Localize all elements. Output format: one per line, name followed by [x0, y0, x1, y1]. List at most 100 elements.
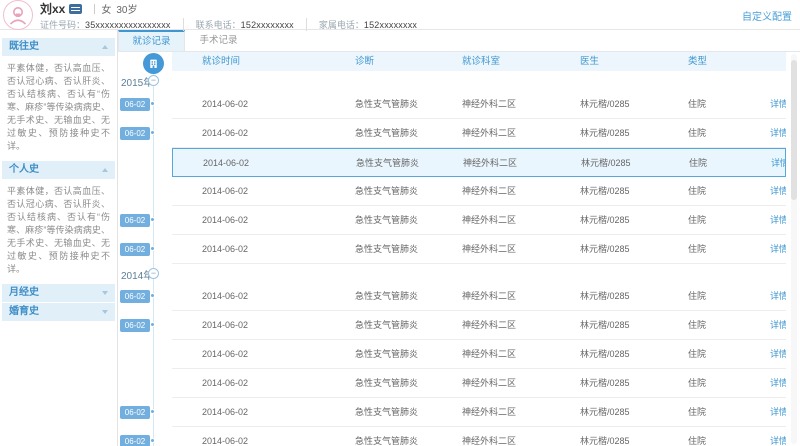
visit-date: 2014-06-02 [172, 427, 325, 446]
column-header-3: 医生 [572, 52, 682, 71]
visit-diagnosis: 急性支气管肺炎 [325, 340, 452, 368]
timeline-dot-icon [150, 246, 155, 251]
visit-department: 神经外科二区 [452, 177, 572, 205]
chevron-down-icon [102, 310, 108, 314]
sidebar-section-title: 月经史 [9, 287, 39, 298]
tab-visit-records[interactable]: 就诊记录 [118, 30, 185, 51]
date-badge[interactable]: 06-02 [120, 319, 150, 332]
visit-row[interactable]: 2014-06-02急性支气管肺炎神经外科二区林元楷/0285住院详情 [172, 235, 786, 264]
date-badge[interactable]: 06-02 [120, 98, 150, 111]
visit-type: 住院 [682, 235, 757, 263]
visit-row[interactable]: 2014-06-02急性支气管肺炎神经外科二区林元楷/0285住院详情 [172, 177, 786, 206]
visit-row[interactable]: 2014-06-02急性支气管肺炎神经外科二区林元楷/0285住院详情 [172, 340, 786, 369]
custom-config-link[interactable]: 自定义配置 [742, 8, 792, 23]
scrollbar-thumb[interactable] [791, 60, 797, 200]
scrollbar[interactable] [791, 54, 797, 444]
id-number-value: 35xxxxxxxxxxxxxxxx [85, 20, 171, 30]
id-number-field: 证件号码： 35xxxxxxxxxxxxxxxx [40, 18, 171, 31]
collapse-icon[interactable]: − [148, 268, 159, 279]
visit-doctor: 林元楷/0285 [572, 427, 682, 446]
visit-entry: 2014-06-02急性支气管肺炎神经外科二区林元楷/0285住院详情 [118, 369, 800, 398]
sidebar-section-past-history: 既往史平素体健，否认高血压、否认冠心病、否认肝炎、否认结核病、否认有“伤寒、麻疹… [0, 38, 117, 161]
visit-row[interactable]: 2014-06-02急性支气管肺炎神经外科二区林元楷/0285住院详情 [172, 206, 786, 235]
visit-row[interactable]: 2014-06-02急性支气管肺炎神经外科二区林元楷/0285住院详情 [172, 369, 786, 398]
visit-date: 2014-06-02 [172, 206, 325, 234]
female-avatar-icon [3, 0, 33, 30]
patient-name-line: 刘xx 女 30岁 [40, 2, 417, 15]
visit-row[interactable]: 2014-06-02急性支气管肺炎神经外科二区林元楷/0285住院详情 [172, 119, 786, 148]
visit-date: 2014-06-02 [172, 282, 325, 310]
visit-entry: 06-02 2014-06-02急性支气管肺炎神经外科二区林元楷/0285住院详情 [118, 398, 800, 427]
column-header-spacer [757, 52, 786, 71]
patient-contact-info: 证件号码： 35xxxxxxxxxxxxxxxx 联系电话： 152xxxxxx… [40, 18, 417, 31]
column-header-4: 类型 [682, 52, 757, 71]
detail-link[interactable]: 详情 [757, 206, 786, 234]
visit-entry: 06-02 2014-06-02急性支气管肺炎神经外科二区林元楷/0285住院详情 [118, 90, 800, 119]
tab-surgery-records[interactable]: 手术记录 [185, 30, 252, 51]
detail-link[interactable]: 详情 [757, 340, 786, 368]
sidebar-item-marriage-history[interactable]: 婚育史 [2, 303, 115, 321]
visit-timeline-cell [118, 148, 172, 177]
detail-link[interactable]: 详情 [757, 177, 786, 205]
records-list: 就诊时间诊断就诊科室医生类型2015年−06-022014-06-02急性支气管… [118, 52, 800, 446]
visit-date: 2014-06-02 [172, 235, 325, 263]
visit-row[interactable]: 2014-06-02急性支气管肺炎神经外科二区林元楷/0285住院详情 [172, 427, 786, 446]
date-badge[interactable]: 06-02 [120, 406, 150, 419]
visit-department: 神经外科二区 [452, 311, 572, 339]
visit-entry: 06-02 2014-06-02急性支气管肺炎神经外科二区林元楷/0285住院详情 [118, 427, 800, 446]
collapse-icon[interactable]: − [148, 75, 159, 86]
main-area: 就诊记录 手术记录 就诊时间诊断就诊科室医生类型2015年− 06-02 2014-… [118, 30, 800, 446]
timeline-dot-icon [150, 293, 155, 298]
sidebar-section-title: 个人史 [9, 164, 39, 175]
year-group-2015年: 2015年− [118, 71, 800, 90]
visit-diagnosis: 急性支气管肺炎 [326, 149, 453, 176]
visit-entry: 2014-06-02急性支气管肺炎神经外科二区林元楷/0285住院详情 [118, 148, 800, 177]
visit-row[interactable]: 2014-06-02急性支气管肺炎神经外科二区林元楷/0285住院详情 [172, 282, 786, 311]
visit-date: 2014-06-02 [172, 177, 325, 205]
visit-entry: 06-02 2014-06-02急性支气管肺炎神经外科二区林元楷/0285住院详情 [118, 311, 800, 340]
detail-link[interactable]: 详情 [757, 398, 786, 426]
date-badge[interactable]: 06-02 [120, 127, 150, 140]
patient-age: 30岁 [116, 1, 137, 16]
year-group-2014年: 2014年− [118, 264, 800, 282]
detail-link[interactable]: 详情 [757, 369, 786, 397]
visit-row[interactable]: 2014-06-02急性支气管肺炎神经外科二区林元楷/0285住院详情 [172, 311, 786, 340]
visit-date: 2014-06-02 [172, 90, 325, 118]
visit-row[interactable]: 2014-06-02急性支气管肺炎神经外科二区林元楷/0285住院详情 [172, 148, 786, 177]
sidebar-item-past-history[interactable]: 既往史 [2, 38, 115, 56]
timeline-dot-icon [150, 101, 155, 106]
visit-entry: 06-02 2014-06-02急性支气管肺炎神经外科二区林元楷/0285住院详情 [118, 282, 800, 311]
visit-department: 神经外科二区 [452, 282, 572, 310]
visit-type: 住院 [682, 282, 757, 310]
sidebar-section-title: 既往史 [9, 41, 39, 52]
date-badge[interactable]: 06-02 [120, 435, 150, 446]
phone-field: 联系电话： 152xxxxxxxx [183, 18, 294, 31]
sidebar-item-menstrual-history[interactable]: 月经史 [2, 284, 115, 302]
detail-link[interactable]: 详情 [757, 90, 786, 118]
sidebar-item-personal-history[interactable]: 个人史 [2, 161, 115, 179]
visit-date: 2014-06-02 [172, 398, 325, 426]
column-header-1: 诊断 [325, 52, 452, 71]
visit-date: 2014-06-02 [172, 119, 325, 147]
detail-link[interactable]: 详情 [757, 427, 786, 446]
date-badge[interactable]: 06-02 [120, 214, 150, 227]
date-badge[interactable]: 06-02 [120, 243, 150, 256]
visit-row[interactable]: 2014-06-02急性支气管肺炎神经外科二区林元楷/0285住院详情 [172, 398, 786, 427]
detail-link[interactable]: 详情 [758, 149, 785, 176]
table-header-row: 就诊时间诊断就诊科室医生类型 [118, 52, 800, 71]
id-card-badge-icon [69, 4, 82, 14]
visit-timeline-cell [118, 369, 172, 398]
visit-type: 住院 [682, 369, 757, 397]
visit-timeline-cell: 06-02 [118, 282, 172, 311]
visit-doctor: 林元楷/0285 [572, 235, 682, 263]
sidebar-section-body: 平素体健，否认高血压、否认冠心病、否认肝炎、否认结核病、否认有“伤寒、麻疹”等传… [0, 57, 117, 161]
detail-link[interactable]: 详情 [757, 235, 786, 263]
visit-row[interactable]: 2014-06-02急性支气管肺炎神经外科二区林元楷/0285住院详情 [172, 90, 786, 119]
detail-link[interactable]: 详情 [757, 282, 786, 310]
detail-link[interactable]: 详情 [757, 119, 786, 147]
visit-type: 住院 [682, 90, 757, 118]
visit-diagnosis: 急性支气管肺炎 [325, 398, 452, 426]
date-badge[interactable]: 06-02 [120, 290, 150, 303]
detail-link[interactable]: 详情 [757, 311, 786, 339]
records-area: 就诊时间诊断就诊科室医生类型2015年−06-022014-06-02急性支气管… [118, 52, 800, 446]
